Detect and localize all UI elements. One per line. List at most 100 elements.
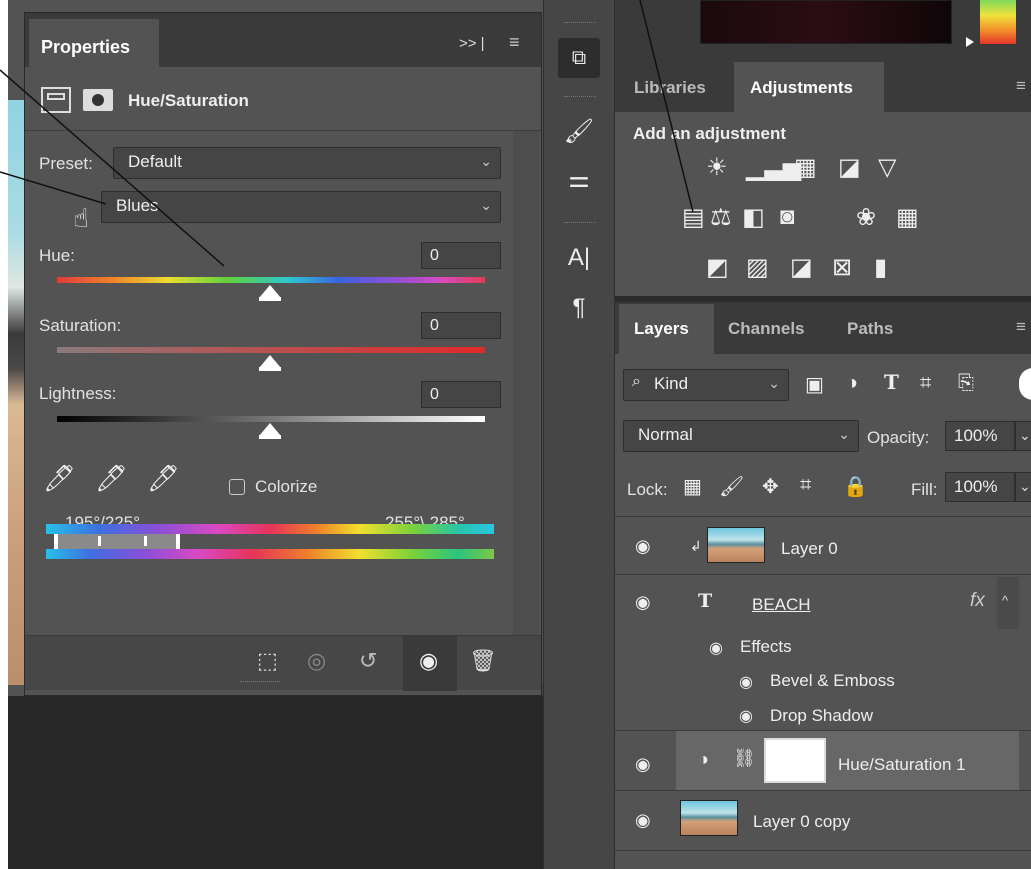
- tab-layers[interactable]: Layers: [634, 319, 689, 339]
- layer-name[interactable]: Hue/Saturation 1: [838, 755, 966, 775]
- tool-presets-icon[interactable]: ⚌: [558, 160, 600, 200]
- tab-channels[interactable]: Channels: [728, 319, 805, 339]
- fx-icon[interactable]: fx: [970, 590, 985, 612]
- saturation-slider-track[interactable]: [57, 347, 485, 353]
- saturation-input[interactable]: 0: [421, 312, 501, 339]
- exposure-icon[interactable]: ◪: [838, 153, 861, 182]
- layer-name[interactable]: Layer 0: [781, 539, 838, 559]
- opacity-chevron-icon[interactable]: ⌄: [1015, 421, 1031, 451]
- color-lookup-icon[interactable]: ▦: [896, 203, 919, 232]
- search-icon: ⌕: [632, 373, 641, 390]
- effect-bevel-emboss[interactable]: Bevel & Emboss: [770, 671, 895, 691]
- layer-name[interactable]: BEACH: [752, 595, 811, 615]
- eye-icon[interactable]: ◉: [635, 592, 651, 613]
- fill-input[interactable]: 100%: [945, 472, 1015, 502]
- tab-properties[interactable]: Properties: [29, 19, 159, 67]
- filter-pixel-icon[interactable]: ▣: [805, 372, 824, 397]
- panel-resize-handle[interactable]: [240, 681, 280, 685]
- lock-all-icon[interactable]: 🔒: [843, 474, 868, 499]
- threshold-icon[interactable]: ◪: [790, 253, 813, 282]
- clip-to-layer-icon[interactable]: ⬚: [257, 648, 278, 674]
- panel-menu-icon[interactable]: ≡: [509, 32, 520, 53]
- filter-adjustment-icon[interactable]: ◑: [846, 372, 858, 395]
- opacity-input[interactable]: 100%: [945, 421, 1015, 451]
- hue-saturation-icon[interactable]: [41, 87, 71, 113]
- color-range-slider[interactable]: [54, 534, 180, 549]
- dock-grip[interactable]: [564, 222, 596, 225]
- effect-drop-shadow[interactable]: Drop Shadow: [770, 706, 873, 726]
- lock-label: Lock:: [627, 480, 668, 499]
- eye-icon[interactable]: ◉: [635, 810, 651, 831]
- tab-adjustments[interactable]: Adjustments: [750, 78, 853, 98]
- hue-slider-track[interactable]: [57, 277, 485, 283]
- collapse-panel-button[interactable]: >> |: [459, 35, 485, 52]
- properties-header: Hue/Saturation: [25, 67, 541, 131]
- panel-menu-icon[interactable]: ≡: [1016, 76, 1026, 96]
- filter-type-icon[interactable]: T: [884, 370, 899, 394]
- paragraph-panel-icon[interactable]: ¶: [558, 288, 600, 328]
- lock-artboard-icon[interactable]: ⌗: [800, 474, 811, 497]
- 3d-panel-icon[interactable]: ⧉: [558, 38, 600, 78]
- lock-image-icon[interactable]: 🖌: [719, 474, 744, 499]
- eyedropper-minus-icon[interactable]: 🖊: [147, 463, 180, 494]
- color-picker-field[interactable]: [700, 0, 952, 44]
- lock-transparent-icon[interactable]: ▦: [683, 474, 702, 499]
- color-spectrum[interactable]: [980, 0, 1016, 44]
- dock-grip[interactable]: [564, 22, 596, 25]
- fill-chevron-icon[interactable]: ⌄: [1015, 472, 1031, 502]
- filter-smart-object-icon[interactable]: ⎘: [958, 372, 974, 395]
- link-icon[interactable]: ⛓: [733, 748, 756, 769]
- black-white-icon[interactable]: ◧: [742, 203, 765, 232]
- brush-panel-icon[interactable]: 🖌: [558, 112, 600, 152]
- properties-tab-bar: Properties >> | ≡: [25, 13, 541, 67]
- selective-color-icon[interactable]: ⊠: [832, 253, 852, 282]
- channel-dropdown[interactable]: Blues ⌄: [101, 191, 501, 223]
- curves-icon[interactable]: ▦: [794, 153, 817, 182]
- dock-grip[interactable]: [564, 96, 596, 99]
- chevron-up-icon[interactable]: ^: [997, 577, 1019, 629]
- color-balance-icon[interactable]: ⚖: [710, 203, 732, 232]
- eye-icon[interactable]: ◉: [739, 706, 753, 726]
- layer-mask-thumbnail[interactable]: [764, 738, 826, 783]
- brightness-contrast-icon[interactable]: ☀: [706, 153, 728, 182]
- saturation-slider-thumb-base: [259, 367, 281, 371]
- hue-saturation-icon[interactable]: ▤: [682, 203, 705, 232]
- tab-paths[interactable]: Paths: [847, 319, 893, 339]
- gradient-map-icon[interactable]: ▮: [874, 253, 887, 282]
- lightness-input[interactable]: 0: [421, 381, 501, 408]
- channel-mixer-icon[interactable]: ❀: [856, 203, 876, 232]
- properties-panel: Properties >> | ≡ Hue/Saturation Preset:…: [24, 12, 542, 696]
- targeted-adjustment-hand-icon[interactable]: ☝: [73, 203, 89, 234]
- reset-icon[interactable]: ↺: [359, 648, 377, 674]
- hue-label: Hue:: [39, 246, 75, 265]
- tab-libraries[interactable]: Libraries: [634, 78, 706, 98]
- filter-shape-icon[interactable]: ⌗: [920, 372, 931, 395]
- eyedropper-plus-icon[interactable]: 🖊: [95, 463, 128, 494]
- eyedropper-icon[interactable]: 🖊: [43, 463, 76, 494]
- lock-position-icon[interactable]: ✥: [762, 474, 779, 499]
- preset-dropdown[interactable]: Default ⌄: [113, 147, 501, 179]
- blend-mode-dropdown[interactable]: Normal ⌄: [623, 420, 859, 452]
- eye-icon[interactable]: ◉: [739, 672, 753, 692]
- eye-icon[interactable]: ◉: [709, 638, 723, 658]
- character-panel-icon[interactable]: A|: [558, 238, 600, 278]
- toggle-visibility-button[interactable]: ◉: [403, 636, 457, 691]
- hue-input[interactable]: 0: [421, 242, 501, 269]
- effects-label[interactable]: Effects: [740, 637, 792, 657]
- panel-menu-icon[interactable]: ≡: [1016, 317, 1026, 337]
- posterize-icon[interactable]: ▨: [746, 253, 769, 282]
- filter-kind-dropdown[interactable]: ⌕ Kind ⌄: [623, 369, 789, 401]
- colorize-checkbox[interactable]: [229, 479, 245, 495]
- properties-scrollbar[interactable]: [513, 131, 539, 635]
- invert-icon[interactable]: ◩: [706, 253, 729, 282]
- layer-row-beach[interactable]: [615, 575, 1031, 633]
- eye-icon[interactable]: ◉: [635, 536, 651, 557]
- eye-icon[interactable]: ◉: [635, 754, 651, 775]
- vibrance-icon[interactable]: ▽: [878, 153, 896, 182]
- lightness-slider-track[interactable]: [57, 416, 485, 422]
- layer-mask-icon[interactable]: [83, 89, 113, 111]
- trash-icon[interactable]: 🗑: [469, 648, 497, 674]
- layer-name[interactable]: Layer 0 copy: [753, 812, 850, 832]
- photo-filter-icon[interactable]: ◙: [780, 203, 795, 231]
- view-previous-icon[interactable]: ◎: [307, 648, 326, 674]
